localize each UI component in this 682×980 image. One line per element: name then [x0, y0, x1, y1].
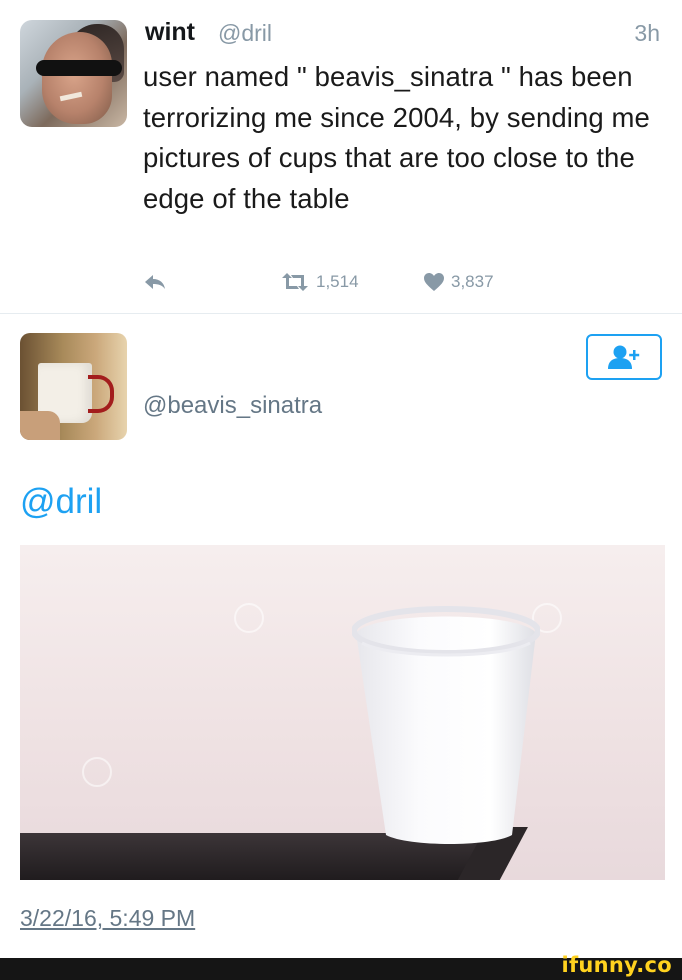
- stock-watermark-mark: [82, 757, 112, 787]
- avatar-wint[interactable]: [20, 20, 127, 127]
- user-handle[interactable]: @dril: [218, 20, 272, 47]
- ifunny-watermark: ifunny.co: [561, 953, 672, 977]
- styrofoam-cup: [352, 606, 540, 844]
- divider: [0, 313, 682, 314]
- like-count: 3,837: [451, 272, 494, 291]
- reply-icon: [145, 275, 165, 289]
- stock-watermark-mark: [234, 603, 264, 633]
- follow-user-icon: [608, 345, 640, 369]
- reply-mention[interactable]: @dril: [20, 482, 102, 522]
- like-button[interactable]: 3,837: [423, 272, 494, 292]
- retweet-count: 1,514: [316, 272, 359, 291]
- attached-photo[interactable]: [20, 545, 665, 880]
- retweet-button[interactable]: 1,514: [280, 272, 359, 292]
- profile-handle[interactable]: @beavis_sinatra: [143, 392, 322, 420]
- follow-button[interactable]: [586, 334, 662, 380]
- avatar-face: [42, 32, 112, 124]
- tweet-time[interactable]: 3h: [634, 20, 660, 47]
- avatar-hand: [20, 411, 60, 440]
- tweet-text: user named " beavis_sinatra " has been t…: [143, 61, 650, 214]
- avatar-beavis-sinatra[interactable]: [20, 333, 127, 440]
- reply-button[interactable]: [143, 273, 167, 291]
- avatar-mug-handle: [88, 375, 114, 413]
- avatar-sunglasses: [36, 60, 122, 76]
- heart-icon: [424, 273, 444, 291]
- retweet-icon: [282, 273, 308, 291]
- display-name[interactable]: wint: [145, 18, 195, 47]
- reply-timestamp[interactable]: 3/22/16, 5:49 PM: [20, 905, 195, 932]
